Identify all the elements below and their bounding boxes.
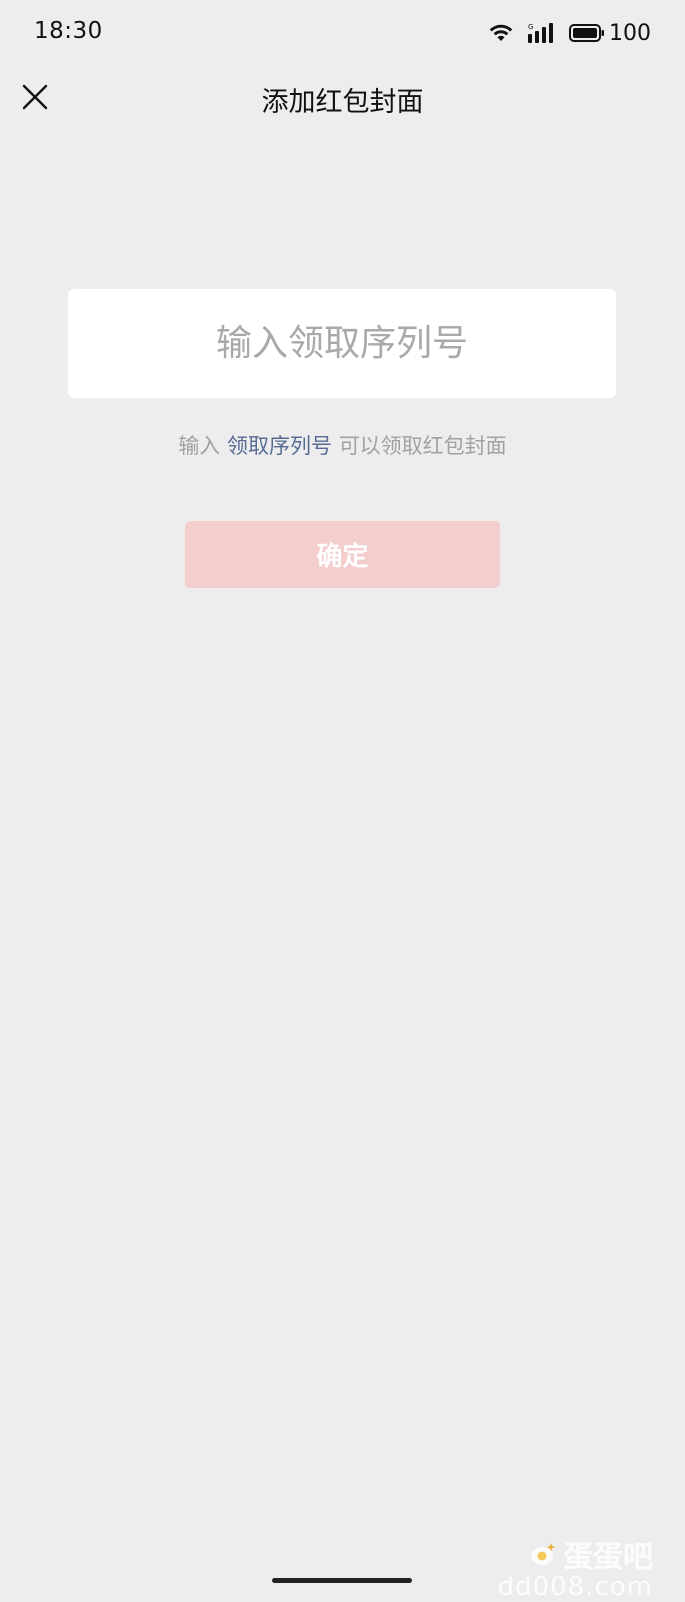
confirm-button-label: 确定	[316, 542, 369, 572]
hint-link[interactable]: 领取序列号	[227, 434, 332, 458]
confirm-button[interactable]: 确定	[185, 521, 500, 588]
nav-bar: 添加红包封面	[0, 66, 685, 130]
watermark-domain: dd008.com	[497, 1572, 653, 1602]
watermark: 蛋蛋吧 dd008.com	[498, 1532, 653, 1602]
status-icons: G 100	[489, 19, 651, 47]
status-time: 18:30	[34, 18, 103, 44]
hint-suffix: 可以领取红包封面	[338, 434, 507, 458]
watermark-brand: 蛋蛋吧	[563, 1540, 653, 1575]
wifi-icon	[489, 24, 513, 42]
serial-number-input[interactable]	[68, 289, 616, 398]
battery-icon	[569, 23, 605, 43]
status-bar: 18:30 G 100	[0, 0, 685, 66]
svg-text:G: G	[528, 23, 533, 31]
watermark-logo: 蛋蛋吧	[498, 1532, 653, 1576]
battery-percentage: 100	[609, 20, 651, 46]
page-title: 添加红包封面	[261, 87, 424, 118]
egg-icon	[531, 1543, 556, 1565]
home-indicator[interactable]	[272, 1578, 412, 1583]
signal-icon: G	[527, 22, 555, 44]
hint-prefix: 输入	[178, 434, 221, 458]
hint-text: 输入 领取序列号 可以领取红包封面	[0, 430, 685, 460]
